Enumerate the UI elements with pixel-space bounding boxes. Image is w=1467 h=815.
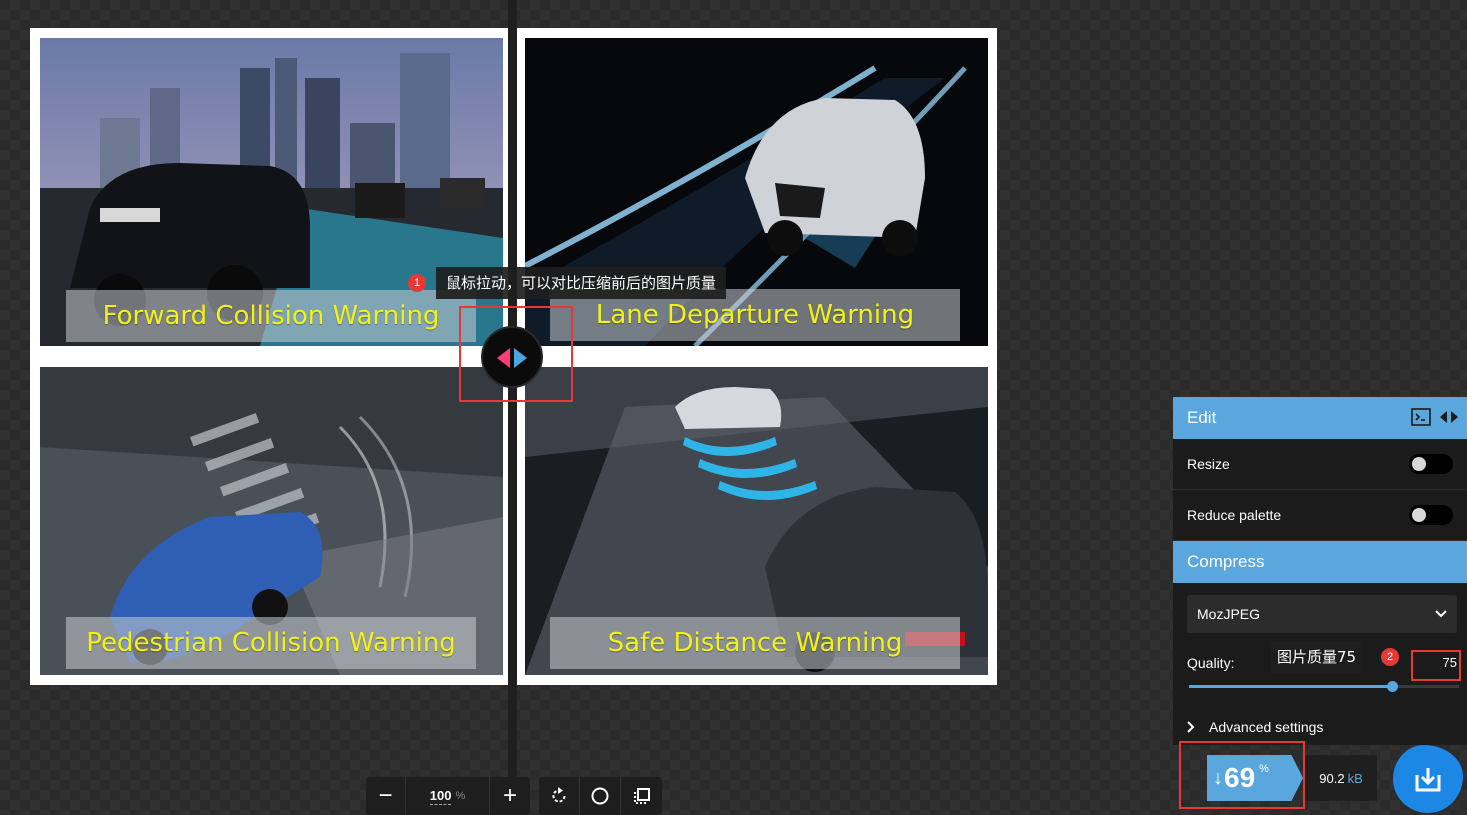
zoom-unit: % <box>455 790 466 802</box>
chevron-down-icon <box>1435 610 1447 618</box>
reduce-palette-toggle[interactable] <box>1409 505 1453 525</box>
quality-slider[interactable] <box>1189 681 1459 692</box>
zoom-toolbar: − 100 % + <box>366 777 530 815</box>
highlight-box-reduction <box>1179 741 1305 809</box>
codec-select[interactable]: MozJPEG <box>1187 595 1457 633</box>
annotation-badge-1: 1 <box>408 274 426 292</box>
tile-forward-collision: Forward Collision Warning <box>40 38 503 346</box>
chevron-right-icon <box>1187 721 1195 733</box>
resize-toggle[interactable] <box>1409 454 1453 474</box>
circle-icon <box>591 787 609 805</box>
resize-row: Resize <box>1173 439 1467 490</box>
swap-icon[interactable] <box>1439 409 1459 425</box>
zoom-level[interactable]: 100 % <box>406 777 490 815</box>
output-size-unit: kB <box>1347 770 1363 786</box>
reduce-palette-row: Reduce palette <box>1173 490 1467 541</box>
background-toggle-button[interactable] <box>580 777 621 815</box>
caption-pedestrian-collision: Pedestrian Collision Warning <box>66 617 476 669</box>
options-panel: Edit Resize Reduce palette Compress MozJ… <box>1173 397 1467 745</box>
quality-slider-fill <box>1189 685 1392 688</box>
edit-title: Edit <box>1187 408 1217 427</box>
quality-label: Quality: <box>1187 655 1235 671</box>
resize-label: Resize <box>1187 456 1230 472</box>
fit-view-button[interactable] <box>621 777 662 815</box>
quality-slider-thumb[interactable] <box>1386 681 1398 692</box>
view-tools <box>539 777 662 815</box>
compress-title: Compress <box>1187 552 1265 571</box>
highlight-box-handle <box>459 306 573 402</box>
compress-header: Compress <box>1173 541 1467 583</box>
minus-icon: − <box>378 782 393 809</box>
tile-safe-distance: Safe Distance Warning <box>525 367 988 675</box>
terminal-icon[interactable] <box>1411 408 1431 426</box>
highlight-box-quality <box>1411 650 1461 681</box>
zoom-out-button[interactable]: − <box>366 777 406 815</box>
download-button[interactable] <box>1393 745 1463 813</box>
output-size: 90.2 kB <box>1305 755 1377 801</box>
zoom-value: 100 <box>429 787 452 805</box>
edit-header: Edit <box>1173 397 1467 439</box>
codec-value: MozJPEG <box>1197 606 1261 622</box>
caption-forward-collision: Forward Collision Warning <box>66 290 476 342</box>
rotate-button[interactable] <box>539 777 580 815</box>
annotation-tooltip-2: 图片质量75 <box>1271 641 1363 673</box>
tile-lane-departure: Lane Departure Warning <box>525 38 988 346</box>
tile-pedestrian-collision: Pedestrian Collision Warning <box>40 367 503 675</box>
advanced-settings-toggle[interactable]: Advanced settings <box>1187 719 1323 735</box>
reduce-palette-label: Reduce palette <box>1187 507 1282 523</box>
annotation-badge-2: 2 <box>1381 648 1399 666</box>
zoom-in-button[interactable]: + <box>490 777 530 815</box>
plus-icon: + <box>502 782 517 809</box>
crop-icon <box>633 788 650 804</box>
caption-safe-distance: Safe Distance Warning <box>550 617 960 669</box>
compare-divider[interactable] <box>508 0 517 815</box>
output-size-value: 90.2 <box>1319 770 1345 786</box>
download-icon <box>1415 768 1441 792</box>
rotate-icon <box>552 787 566 803</box>
advanced-settings-label: Advanced settings <box>1209 719 1324 735</box>
annotation-tooltip-1: 鼠标拉动，可以对比压缩前后的图片质量 <box>436 267 727 299</box>
